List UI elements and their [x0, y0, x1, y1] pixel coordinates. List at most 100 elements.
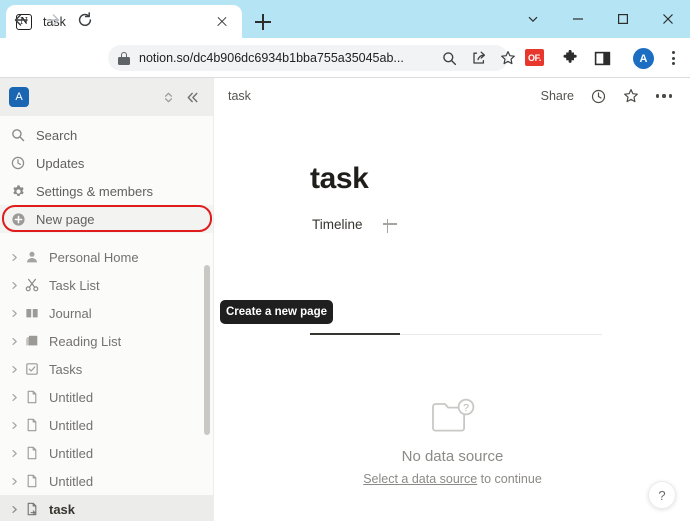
- sidebar-page-personal-home[interactable]: Personal Home: [0, 243, 213, 271]
- sidebar-item-settings[interactable]: Settings & members: [0, 177, 213, 205]
- page-icon: [23, 446, 41, 460]
- favorite-star-icon[interactable]: [618, 83, 644, 109]
- clock-icon: [9, 156, 27, 170]
- person-icon: [23, 250, 41, 264]
- tab-timeline[interactable]: Timeline: [310, 215, 365, 234]
- sidebar-page-task-list[interactable]: Task List: [0, 271, 213, 299]
- new-tab-button[interactable]: [250, 10, 276, 34]
- page-icon: [23, 390, 41, 404]
- sidebar-page-label: Journal: [49, 305, 92, 321]
- kebab-menu-icon[interactable]: [662, 47, 684, 69]
- chevron-right-icon[interactable]: [7, 505, 21, 514]
- chevron-right-icon[interactable]: [7, 393, 21, 402]
- sidebar-page-label: task: [49, 501, 76, 517]
- sidebar-page-label: Untitled: [49, 473, 94, 489]
- workspace-switcher[interactable]: A: [0, 78, 213, 116]
- sidebar-page-journal[interactable]: Journal: [0, 299, 213, 327]
- search-icon: [9, 128, 27, 142]
- url-text: notion.so/dc4b906dc6934b1bba755a35045ab.…: [139, 51, 404, 65]
- updown-chevron-icon[interactable]: [156, 85, 180, 109]
- main-content: task Share task Timeline Create a new pa…: [215, 78, 690, 521]
- empty-state-subtitle: Select a data source to continue: [363, 472, 542, 486]
- page-topbar: task Share: [215, 78, 690, 114]
- sidebar-page-tasks[interactable]: Tasks: [0, 355, 213, 383]
- minimize-icon[interactable]: [555, 0, 600, 38]
- svg-text:?: ?: [463, 402, 469, 414]
- lock-icon: [118, 51, 130, 65]
- sidebar-page-label: Untitled: [49, 445, 94, 461]
- chevron-right-icon[interactable]: [7, 337, 21, 346]
- add-view-button[interactable]: [381, 215, 399, 233]
- share-icon[interactable]: [468, 47, 490, 69]
- sidebar-item-label: Search: [36, 127, 78, 143]
- page-icon: [23, 418, 41, 432]
- empty-state-suffix: to continue: [477, 472, 542, 486]
- sidebar-page-untitled-3[interactable]: Untitled: [0, 439, 213, 467]
- app-window: N task notion.so/dc4b906dc6934b1bba755a3…: [0, 0, 690, 521]
- chevron-right-icon[interactable]: [7, 421, 21, 430]
- breadcrumb[interactable]: task: [228, 89, 251, 103]
- browser-tab-strip: N task: [0, 0, 690, 38]
- chevron-right-icon[interactable]: [7, 281, 21, 290]
- window-controls: [510, 0, 690, 38]
- chevron-right-icon[interactable]: [7, 449, 21, 458]
- clock-history-icon[interactable]: [585, 83, 611, 109]
- close-icon[interactable]: [645, 0, 690, 38]
- gear-icon: [9, 184, 27, 199]
- sidebar-page-untitled-4[interactable]: Untitled: [0, 467, 213, 495]
- sidebar-item-new-page[interactable]: New page: [0, 205, 213, 233]
- chevron-right-icon[interactable]: [7, 309, 21, 318]
- page-title[interactable]: task: [310, 162, 690, 196]
- tooltip: Create a new page: [220, 300, 333, 324]
- chevron-right-icon[interactable]: [7, 253, 21, 262]
- sidebar-page-untitled-1[interactable]: Untitled: [0, 383, 213, 411]
- sidepanel-icon[interactable]: [592, 48, 613, 69]
- sidebar-page-label: Task List: [49, 277, 100, 293]
- sidebar-page-untitled-2[interactable]: Untitled: [0, 411, 213, 439]
- books-icon: [23, 334, 41, 348]
- sidebar-item-label: New page: [36, 211, 95, 227]
- plus-circle-icon: [9, 212, 27, 227]
- forward-arrow-icon[interactable]: [40, 7, 66, 33]
- checkbox-icon: [23, 362, 41, 376]
- double-chevron-left-icon[interactable]: [180, 85, 204, 109]
- bookmark-star-icon[interactable]: [497, 47, 519, 69]
- scissors-icon: [23, 278, 41, 292]
- notion-app: A Search Updates Settings & members New …: [0, 78, 690, 521]
- sidebar-item-search[interactable]: Search: [0, 121, 213, 149]
- chevron-down-icon[interactable]: [510, 0, 555, 38]
- puzzle-extensions-icon[interactable]: [560, 48, 581, 69]
- search-icon[interactable]: [438, 47, 460, 69]
- profile-avatar[interactable]: A: [633, 48, 654, 69]
- page-link-icon: [23, 502, 41, 516]
- sidebar-page-label: Personal Home: [49, 249, 139, 265]
- office-extension-icon[interactable]: OF.: [525, 49, 544, 66]
- sidebar-item-updates[interactable]: Updates: [0, 149, 213, 177]
- sidebar-page-label: Untitled: [49, 389, 94, 405]
- sidebar: A Search Updates Settings & members New …: [0, 78, 214, 521]
- select-data-source-link[interactable]: Select a data source: [363, 472, 477, 486]
- empty-state: ? No data source Select a data source to…: [215, 398, 690, 486]
- back-arrow-icon[interactable]: [8, 7, 34, 33]
- sidebar-scrollbar[interactable]: [204, 265, 210, 435]
- maximize-icon[interactable]: [600, 0, 645, 38]
- active-view-underline: [310, 333, 400, 335]
- workspace-avatar: A: [9, 87, 29, 107]
- close-icon[interactable]: [212, 12, 232, 32]
- chevron-right-icon[interactable]: [7, 365, 21, 374]
- sidebar-nav-section: Search Updates Settings & members New pa…: [0, 116, 213, 233]
- sidebar-page-label: Untitled: [49, 417, 94, 433]
- empty-state-title: No data source: [401, 448, 504, 465]
- sidebar-page-label: Reading List: [49, 333, 122, 349]
- share-button[interactable]: Share: [537, 89, 578, 103]
- chevron-right-icon[interactable]: [7, 477, 21, 486]
- more-dots-icon[interactable]: [651, 83, 677, 109]
- sidebar-page-label: Tasks: [49, 361, 83, 377]
- reload-icon[interactable]: [72, 7, 98, 33]
- page-icon: [23, 474, 41, 488]
- help-button[interactable]: ?: [648, 481, 676, 509]
- sidebar-page-task[interactable]: task: [0, 495, 213, 521]
- sidebar-page-reading-list[interactable]: Reading List: [0, 327, 213, 355]
- tab-title: task: [43, 14, 66, 29]
- folder-question-icon: ?: [430, 398, 476, 434]
